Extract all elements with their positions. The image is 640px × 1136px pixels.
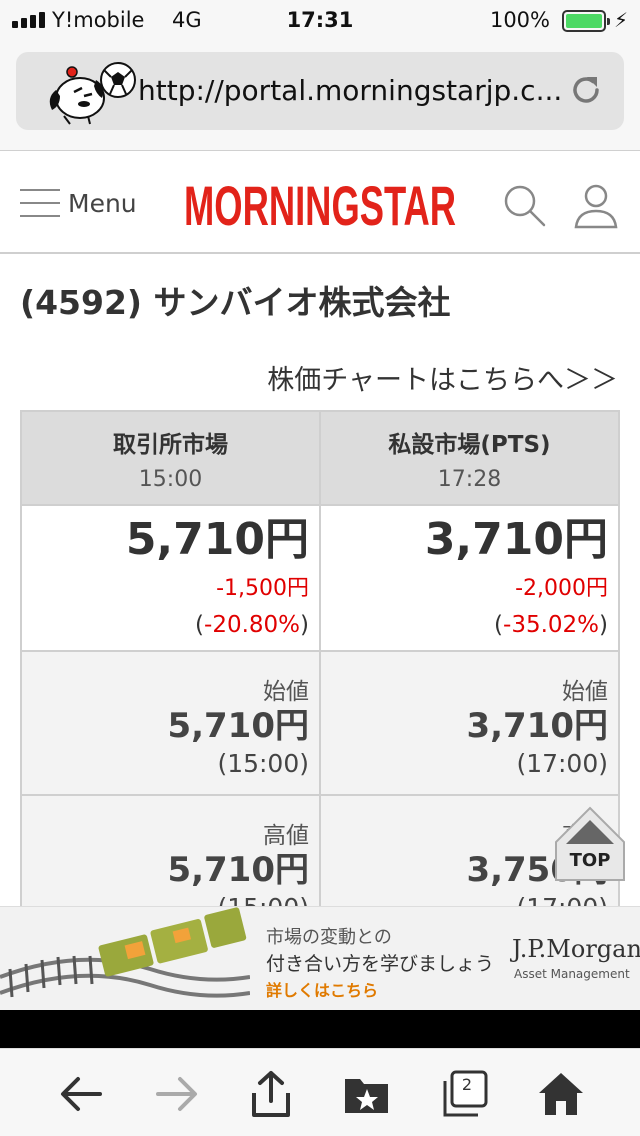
pts-price-cell: 3,710円 -2,000円 (-35.02%) — [319, 504, 620, 652]
share-icon[interactable] — [246, 1069, 296, 1119]
site-header: Menu MORNINGSTAR — [0, 150, 640, 254]
exchange-high-value: 5,710円 — [167, 850, 309, 890]
status-bar: Y!mobile 4G 17:31 100% ⚡ — [0, 0, 640, 42]
pts-open-cell: 始値 3,710円 (17:00) — [319, 650, 620, 796]
company-title: (4592) サンバイオ株式会社 — [20, 283, 451, 322]
address-bar[interactable]: http://portal.morningstarjp.c... — [16, 52, 624, 130]
pts-market-name: 私設市場(PTS) — [388, 431, 551, 458]
ad-line-2: 付き合い方を学びましょう — [266, 953, 495, 975]
home-icon[interactable] — [536, 1069, 586, 1119]
scroll-to-top-button[interactable]: TOP — [554, 806, 626, 884]
url-text: http://portal.morningstarjp.c... — [138, 74, 563, 107]
ad-brand-subtitle: Asset Management — [514, 967, 630, 981]
quote-table: 取引所市場 15:00 私設市場(PTS) 17:28 5,710円 -1,50… — [20, 410, 620, 940]
pts-change-percent: (-35.02%) — [494, 612, 608, 639]
advertisement-banner[interactable]: 市場の変動との 付き合い方を学びましょう 詳しくはこちら J.P.Morgan … — [0, 906, 640, 1010]
pts-open-value: 3,710円 — [466, 706, 608, 746]
mascot-dog-soccer-icon — [49, 62, 136, 125]
stock-chart-link[interactable]: 株価チャートはこちらへ＞＞ — [267, 358, 618, 397]
menu-label: Menu — [68, 188, 137, 218]
user-account-icon[interactable] — [572, 181, 620, 229]
battery-icon — [562, 10, 610, 32]
ad-line-1: 市場の変動との — [266, 927, 392, 948]
tabs-count: 2 — [461, 1075, 473, 1094]
scroll-top-label: TOP — [569, 850, 611, 871]
open-price-row: 始値 5,710円 (15:00) 始値 3,710円 (17:00) — [20, 650, 620, 796]
charging-bolt-icon: ⚡ — [614, 8, 629, 32]
ad-brand-name: J.P.Morgan — [512, 935, 640, 963]
reload-icon[interactable] — [568, 72, 604, 108]
pts-open-time: (17:00) — [516, 749, 608, 779]
exchange-open-cell: 始値 5,710円 (15:00) — [20, 650, 321, 796]
forward-arrow-icon[interactable] — [152, 1069, 202, 1119]
pts-price-change: -2,000円 — [515, 576, 608, 602]
exchange-market-header: 取引所市場 15:00 — [20, 410, 321, 506]
search-icon[interactable] — [500, 181, 548, 229]
exchange-high-label: 高値 — [263, 823, 309, 849]
pts-market-time: 17:28 — [437, 466, 502, 492]
exchange-change-percent: (-20.80%) — [195, 612, 309, 639]
ad-train-track-illustration — [0, 907, 250, 998]
page-bottom-bar — [0, 1010, 640, 1048]
quote-header-row: 取引所市場 15:00 私設市場(PTS) 17:28 — [20, 410, 620, 506]
pts-market-header: 私設市場(PTS) 17:28 — [319, 410, 620, 506]
ad-cta-link[interactable]: 詳しくはこちら — [266, 977, 378, 1001]
pts-current-price: 3,710円 — [424, 514, 608, 565]
scroll-top-arrow-icon — [555, 806, 625, 881]
battery-percentage: 100% — [489, 8, 550, 32]
price-row: 5,710円 -1,500円 (-20.80%) 3,710円 -2,000円 … — [20, 504, 620, 652]
exchange-open-value: 5,710円 — [167, 706, 309, 746]
morningstar-logo[interactable]: MORNINGSTAR — [182, 173, 458, 233]
exchange-open-label: 始値 — [263, 679, 309, 705]
back-arrow-icon[interactable] — [56, 1069, 106, 1119]
exchange-market-name: 取引所市場 — [113, 431, 228, 458]
menu-button[interactable]: Menu — [20, 181, 137, 225]
pts-open-label: 始値 — [562, 679, 608, 705]
bookmarks-folder-icon[interactable] — [342, 1069, 392, 1119]
tabs-button[interactable]: 2 — [440, 1069, 490, 1119]
browser-address-area: http://portal.morningstarjp.c... — [0, 42, 640, 150]
exchange-price-cell: 5,710円 -1,500円 (-20.80%) — [20, 504, 321, 652]
exchange-price-change: -1,500円 — [216, 576, 309, 602]
logo-text: MORNINGSTAR — [184, 174, 456, 233]
browser-toolbar: 2 — [0, 1048, 640, 1136]
exchange-current-price: 5,710円 — [125, 514, 309, 565]
exchange-market-time: 15:00 — [138, 466, 203, 492]
hamburger-icon — [20, 183, 60, 223]
exchange-open-time: (15:00) — [217, 749, 309, 779]
